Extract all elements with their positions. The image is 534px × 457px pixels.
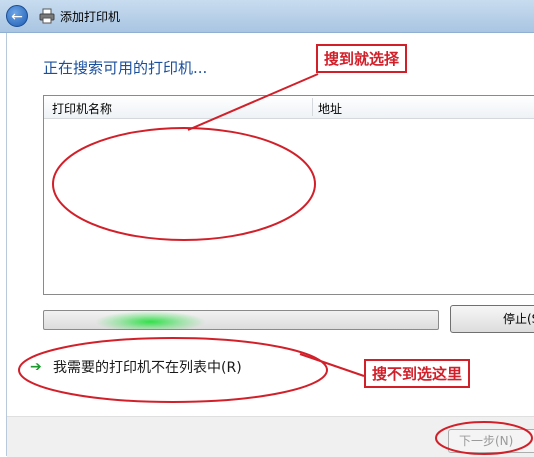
- annotation-label-select: 搜到就选择: [316, 44, 408, 73]
- title-bar: ← 添加打印机: [0, 0, 534, 33]
- column-divider: [312, 98, 313, 116]
- page-title: 正在搜索可用的打印机...: [43, 59, 208, 77]
- list-header: 打印机名称 地址: [44, 96, 534, 119]
- back-arrow-icon: ←: [11, 9, 23, 25]
- printer-not-listed-label: 我需要的打印机不在列表中(R): [53, 360, 242, 376]
- search-progress-bar: [43, 310, 439, 330]
- green-arrow-icon: ➔: [30, 359, 42, 375]
- printer-list[interactable]: 打印机名称 地址: [43, 95, 534, 295]
- column-address[interactable]: 地址: [318, 100, 342, 117]
- printer-not-listed-link[interactable]: ➔ 我需要的打印机不在列表中(R): [30, 357, 242, 377]
- wizard-content: 正在搜索可用的打印机... 打印机名称 地址 停止(S) ➔ 我需要的打印机不在…: [6, 33, 534, 457]
- printer-icon: [39, 8, 55, 24]
- column-printer-name[interactable]: 打印机名称: [52, 100, 112, 117]
- annotation-label-not-found: 搜不到选这里: [364, 359, 471, 388]
- back-button[interactable]: ←: [6, 5, 28, 27]
- window-title: 添加打印机: [60, 10, 121, 24]
- wizard-footer: 下一步(N): [7, 416, 534, 457]
- progress-indicator: [44, 311, 438, 329]
- next-button[interactable]: 下一步(N): [448, 429, 534, 453]
- stop-button[interactable]: 停止(S): [450, 305, 534, 333]
